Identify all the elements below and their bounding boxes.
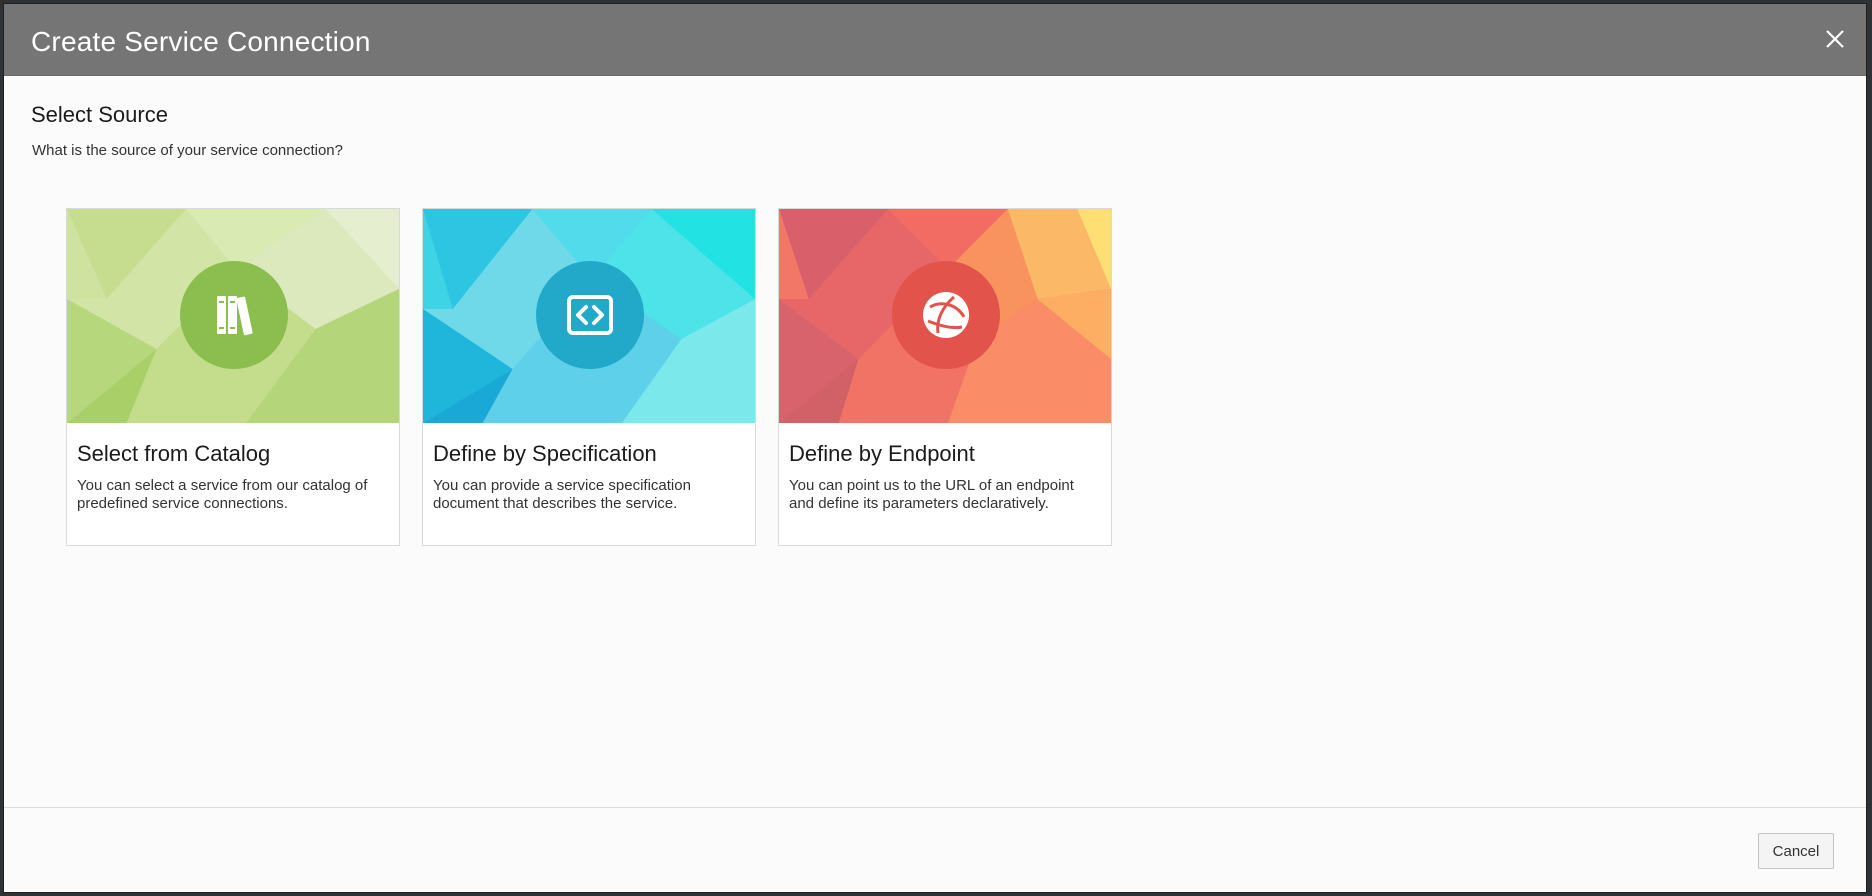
footer-divider xyxy=(4,807,1866,808)
close-button[interactable] xyxy=(1820,24,1850,54)
catalog-card-description: You can select a service from our catalo… xyxy=(77,477,368,512)
close-icon xyxy=(1826,30,1844,48)
code-icon xyxy=(567,295,613,335)
create-service-connection-dialog: Create Service Connection Select Source … xyxy=(4,4,1866,892)
source-options: Select from Catalog You can select a ser… xyxy=(66,208,1112,546)
specification-card-image xyxy=(423,209,755,423)
catalog-badge xyxy=(180,261,288,369)
specification-badge xyxy=(536,261,644,369)
globe-icon xyxy=(923,292,969,338)
books-icon xyxy=(217,296,253,336)
catalog-card-title: Select from Catalog xyxy=(77,441,271,466)
dialog-header: Create Service Connection xyxy=(4,4,1866,76)
endpoint-card-title: Define by Endpoint xyxy=(789,441,975,466)
endpoint-card-description: You can point us to the URL of an endpoi… xyxy=(789,477,1074,512)
endpoint-badge xyxy=(892,261,1000,369)
select-from-catalog-card[interactable]: Select from Catalog You can select a ser… xyxy=(66,208,400,546)
catalog-card-image xyxy=(67,209,399,423)
section-subtitle: What is the source of your service conne… xyxy=(32,142,343,159)
cancel-button[interactable]: Cancel xyxy=(1758,833,1834,869)
define-by-specification-card[interactable]: Define by Specification You can provide … xyxy=(422,208,756,546)
endpoint-card-image xyxy=(779,209,1111,423)
specification-card-title: Define by Specification xyxy=(433,441,657,466)
specification-card-description: You can provide a service specification … xyxy=(433,477,691,512)
dialog-title: Create Service Connection xyxy=(31,26,371,57)
define-by-endpoint-card[interactable]: Define by Endpoint You can point us to t… xyxy=(778,208,1112,546)
section-title: Select Source xyxy=(31,102,168,127)
